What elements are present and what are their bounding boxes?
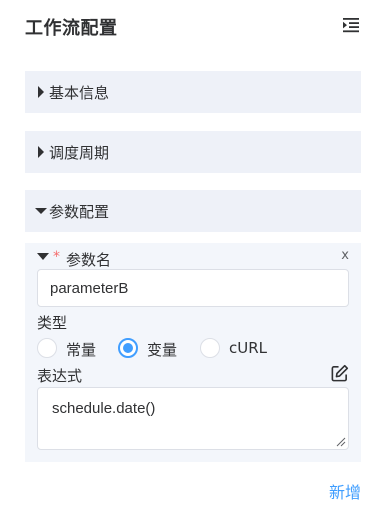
radio-label: 变量 — [147, 341, 178, 359]
radio-variable[interactable]: 变量 — [118, 337, 188, 359]
section-basic-info[interactable]: 基本信息 — [25, 71, 361, 113]
section-params[interactable]: 参数配置 — [25, 190, 361, 232]
collapse-menu-icon[interactable] — [342, 16, 360, 34]
radio-circle[interactable] — [200, 338, 220, 358]
caret-right-icon — [38, 146, 44, 158]
expression-textarea[interactable]: schedule.date() — [37, 387, 349, 450]
section-label: 调度周期 — [49, 144, 110, 162]
radio-label: 常量 — [66, 341, 97, 359]
radio-circle[interactable] — [37, 338, 57, 358]
param-card: * 参数名 x 类型 常量 变量 cURL 表达式 schedule.date(… — [25, 243, 361, 462]
radio-constant[interactable]: 常量 — [37, 337, 107, 359]
add-param-button[interactable]: 新增 — [329, 479, 361, 503]
required-mark: * — [53, 249, 60, 265]
radio-circle[interactable] — [118, 338, 138, 358]
type-radio-group: 常量 变量 cURL — [37, 337, 357, 359]
resize-grip-icon[interactable] — [336, 437, 346, 447]
expression-label: 表达式 — [37, 367, 83, 385]
expression-value: schedule.date() — [52, 400, 156, 417]
panel-header: 工作流配置 — [25, 12, 360, 40]
page-title: 工作流配置 — [25, 18, 118, 39]
param-name-label: 参数名 — [66, 251, 112, 269]
section-label: 参数配置 — [49, 203, 110, 221]
param-name-input[interactable] — [37, 269, 349, 307]
section-label: 基本信息 — [49, 84, 110, 102]
edit-icon[interactable] — [330, 364, 349, 383]
caret-down-icon — [35, 208, 47, 214]
remove-param-button[interactable]: x — [341, 248, 349, 263]
radio-curl[interactable]: cURL — [200, 337, 280, 359]
caret-down-icon[interactable] — [37, 253, 49, 261]
caret-right-icon — [38, 86, 44, 98]
type-label: 类型 — [37, 314, 68, 332]
radio-label: cURL — [229, 339, 268, 357]
section-schedule[interactable]: 调度周期 — [25, 131, 361, 173]
